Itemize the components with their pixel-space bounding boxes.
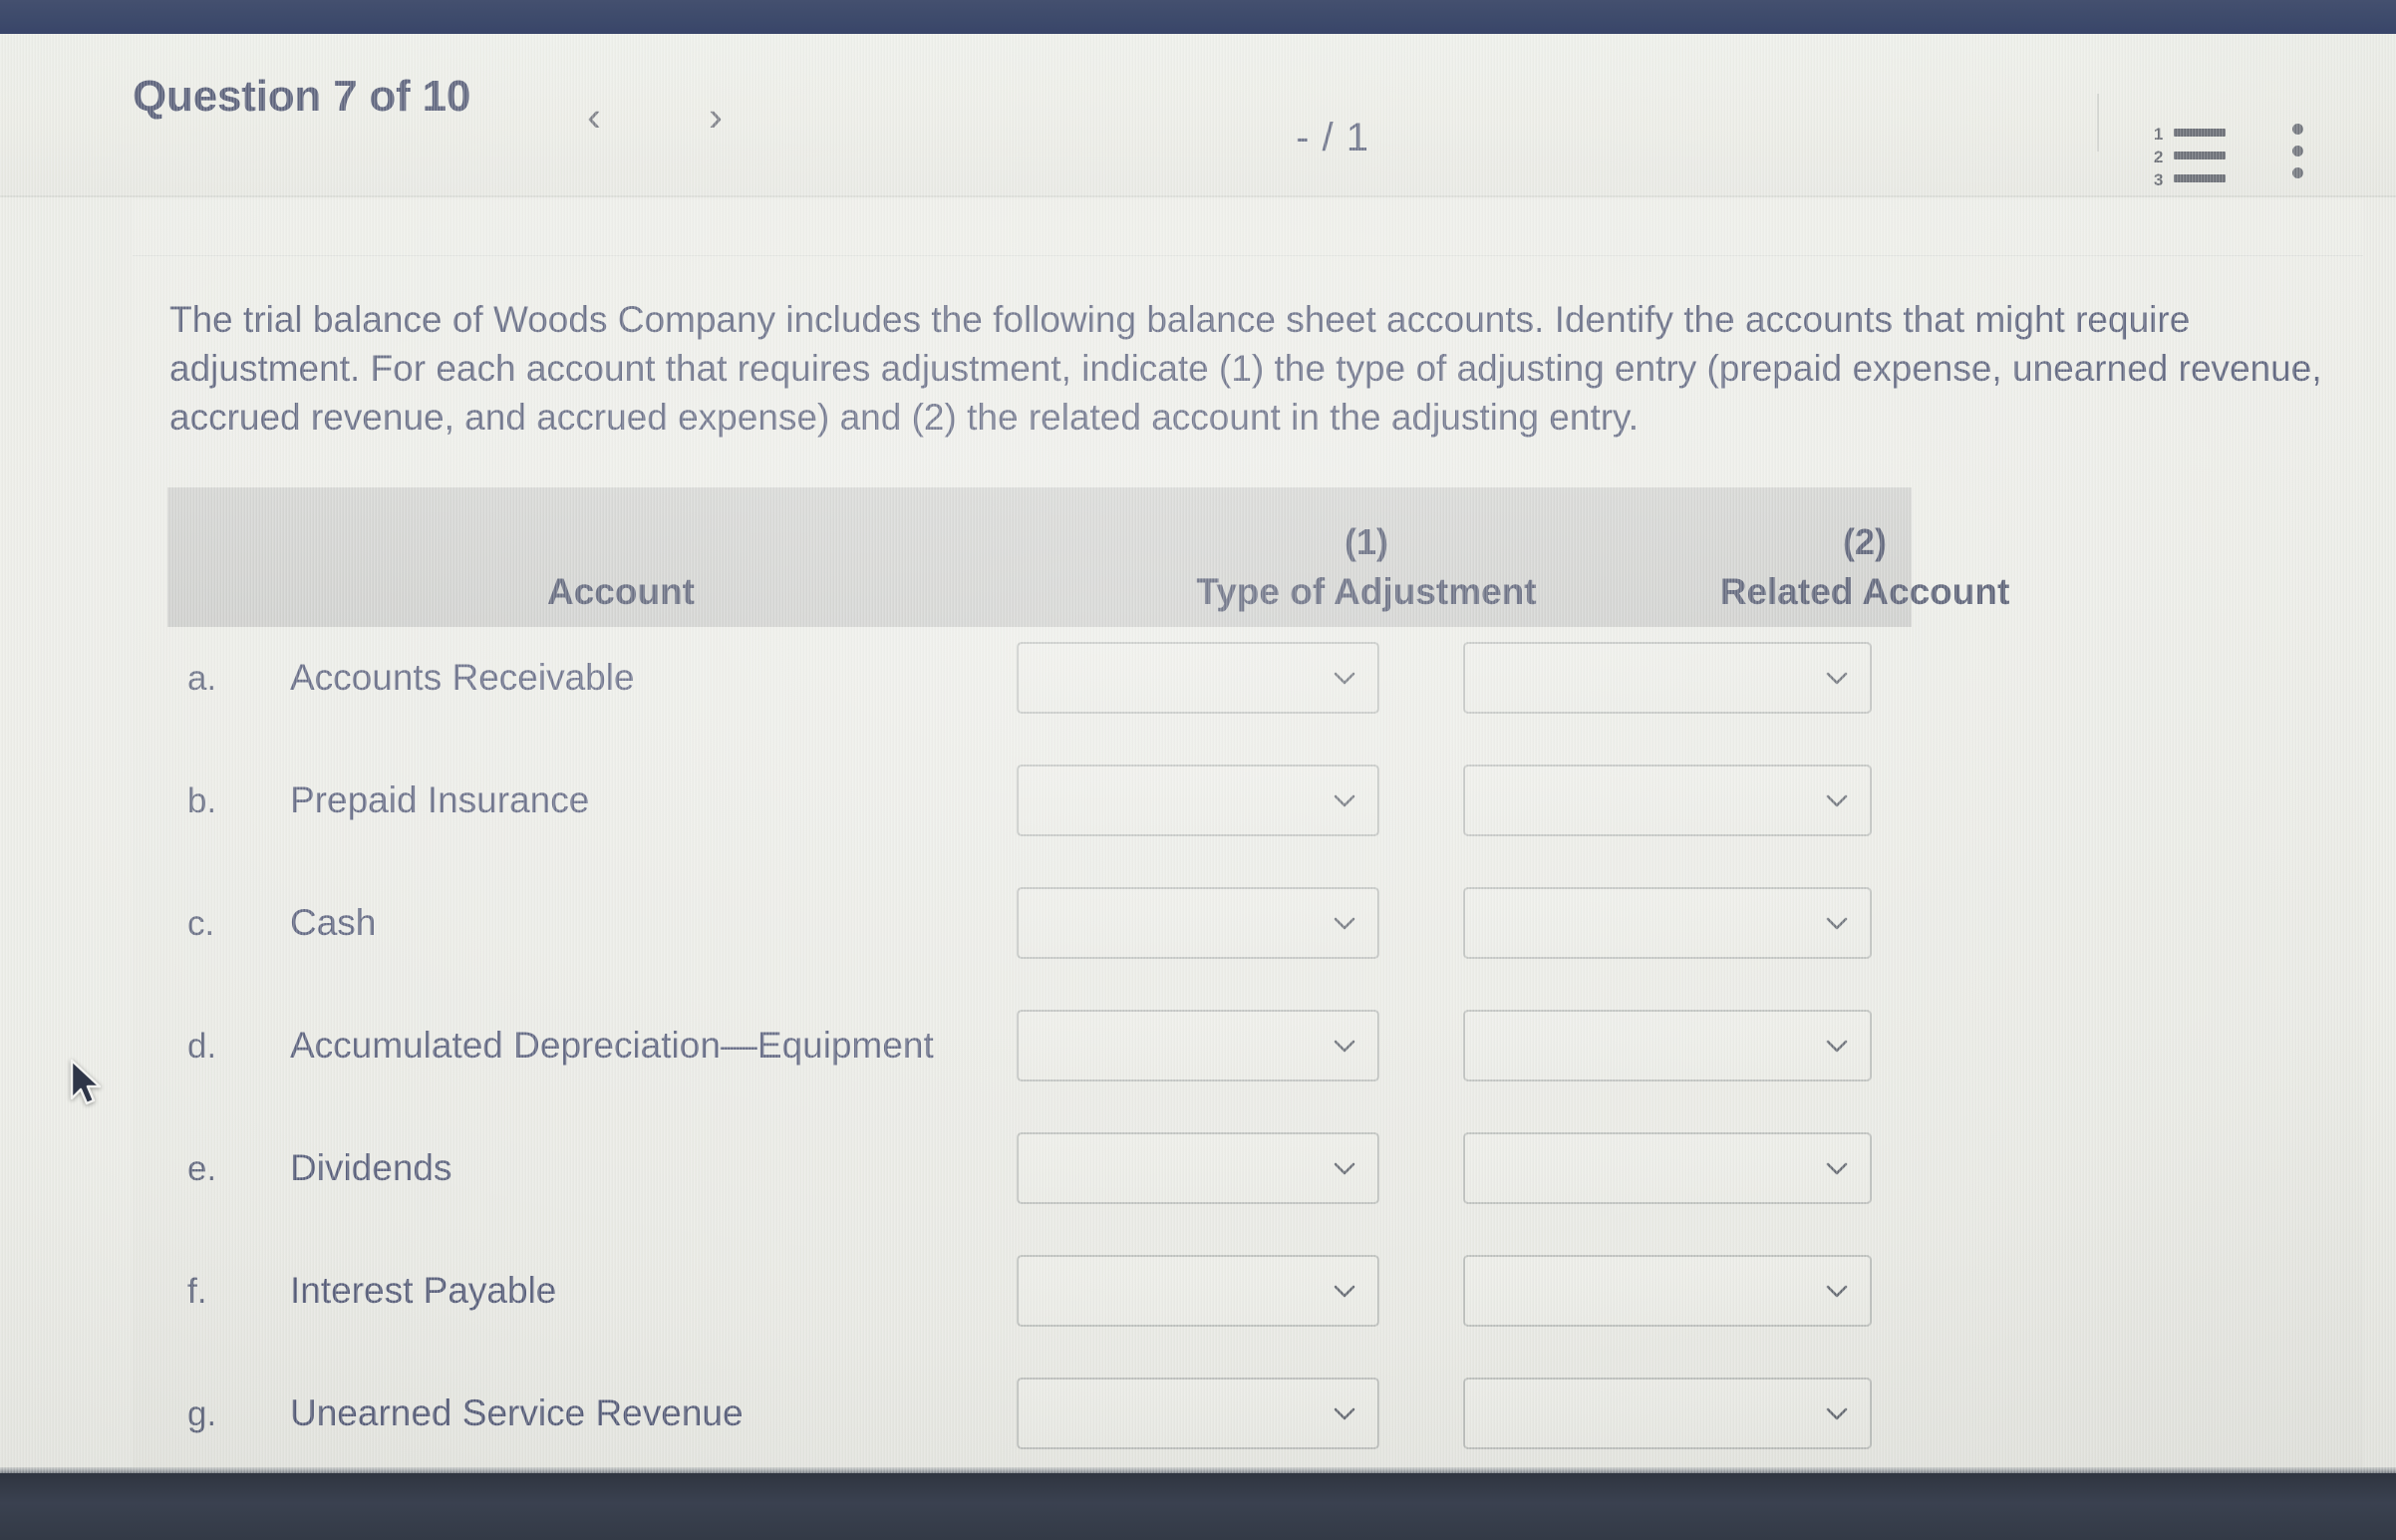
column-header-2-number: (2): [1843, 521, 1887, 562]
svg-text:2: 2: [2154, 148, 2163, 166]
chevron-down-icon: [1824, 787, 1850, 813]
browser-chrome-top-band: [0, 0, 2396, 34]
type-of-adjustment-select[interactable]: [1017, 1132, 1379, 1204]
type-of-adjustment-select[interactable]: [1017, 1378, 1379, 1449]
chevron-down-icon: [1332, 1033, 1357, 1059]
chevron-down-icon: [1332, 787, 1357, 813]
type-of-adjustment-select[interactable]: [1017, 887, 1379, 959]
row-letter: b.: [187, 781, 217, 820]
chevron-down-icon: [1824, 1155, 1850, 1181]
browser-chrome-bottom-band: [0, 1473, 2396, 1540]
row-letter: c.: [187, 904, 215, 943]
type-of-adjustment-select[interactable]: [1017, 1255, 1379, 1327]
table-row: f. Interest Payable: [167, 1240, 1912, 1363]
row-account-name: Interest Payable: [290, 1270, 557, 1311]
table-row: b. Prepaid Insurance: [167, 750, 1912, 872]
kebab-dot: [2291, 146, 2303, 156]
row-account-name: Accumulated Depreciation—Equipment: [290, 1025, 934, 1066]
related-account-select[interactable]: [1463, 1255, 1872, 1327]
column-header-account: Account: [547, 571, 695, 612]
previous-question-button[interactable]: ‹: [571, 92, 617, 142]
chevron-down-icon: [1824, 1278, 1850, 1304]
table-row: a. Accounts Receivable: [167, 627, 1912, 750]
row-account-name: Accounts Receivable: [290, 657, 635, 698]
row-letter: e.: [187, 1149, 217, 1188]
type-of-adjustment-select[interactable]: [1017, 642, 1379, 714]
numbered-list-icon[interactable]: 1 2 3: [2154, 124, 2240, 189]
chevron-down-icon: [1824, 1400, 1850, 1426]
row-letter: g.: [187, 1394, 217, 1433]
row-letter: a.: [187, 659, 217, 698]
adjusting-entries-table: Account (1) Type of Adjustment (2) Relat…: [167, 487, 2009, 1449]
related-account-select[interactable]: [1463, 642, 1872, 714]
table-row: e. Dividends: [167, 1117, 1912, 1240]
row-account-name: Dividends: [290, 1147, 452, 1188]
question-header-bar: Question 7 of 10 ‹ › - / 1 1 2 3: [0, 34, 2396, 197]
column-header-type-of-adjustment: Type of Adjustment: [1196, 571, 1537, 612]
score-display: - / 1: [1296, 116, 1369, 159]
related-account-select[interactable]: [1463, 887, 1872, 959]
mouse-cursor: [68, 1059, 108, 1110]
chevron-down-icon: [1332, 1400, 1357, 1426]
page-body: Question 7 of 10 ‹ › - / 1 1 2 3 The tri…: [0, 34, 2396, 1473]
question-prompt-text: The trial balance of Woods Company inclu…: [169, 299, 2322, 438]
chevron-down-icon: [1332, 1155, 1357, 1181]
more-options-icon[interactable]: [2280, 124, 2314, 193]
table-header-row: Account (1) Type of Adjustment (2) Relat…: [167, 487, 2009, 627]
row-account-name: Prepaid Insurance: [290, 779, 590, 820]
row-letter: d.: [187, 1027, 217, 1066]
header-divider: [2097, 94, 2099, 152]
chevron-down-icon: [1332, 910, 1357, 936]
type-of-adjustment-select[interactable]: [1017, 1010, 1379, 1081]
row-account-name: Cash: [290, 902, 377, 943]
related-account-select[interactable]: [1463, 1132, 1872, 1204]
chevron-down-icon: [1332, 1278, 1357, 1304]
related-account-select[interactable]: [1463, 1378, 1872, 1449]
chevron-down-icon: [1824, 1033, 1850, 1059]
chevron-down-icon: [1332, 665, 1357, 691]
next-question-button[interactable]: ›: [693, 92, 739, 142]
row-account-name: Unearned Service Revenue: [290, 1392, 744, 1433]
related-account-select[interactable]: [1463, 1010, 1872, 1081]
kebab-dot: [2291, 167, 2303, 178]
table-row: c. Cash: [167, 872, 1912, 995]
screenshot-root: Question 7 of 10 ‹ › - / 1 1 2 3 The tri…: [0, 0, 2396, 1540]
column-header-related-account: Related Account: [1719, 571, 2010, 612]
svg-text:3: 3: [2154, 170, 2163, 189]
content-top-divider: [133, 255, 2363, 256]
type-of-adjustment-select[interactable]: [1017, 765, 1379, 836]
related-account-select[interactable]: [1463, 765, 1872, 836]
row-letter: f.: [187, 1272, 207, 1311]
kebab-dot: [2291, 124, 2303, 135]
svg-text:1: 1: [2154, 125, 2163, 144]
chevron-down-icon: [1824, 665, 1850, 691]
page-title: Question 7 of 10: [133, 72, 471, 121]
table-row: d. Accumulated Depreciation—Equipment: [167, 995, 1912, 1117]
chevron-down-icon: [1824, 910, 1850, 936]
column-header-1-number: (1): [1345, 521, 1388, 562]
